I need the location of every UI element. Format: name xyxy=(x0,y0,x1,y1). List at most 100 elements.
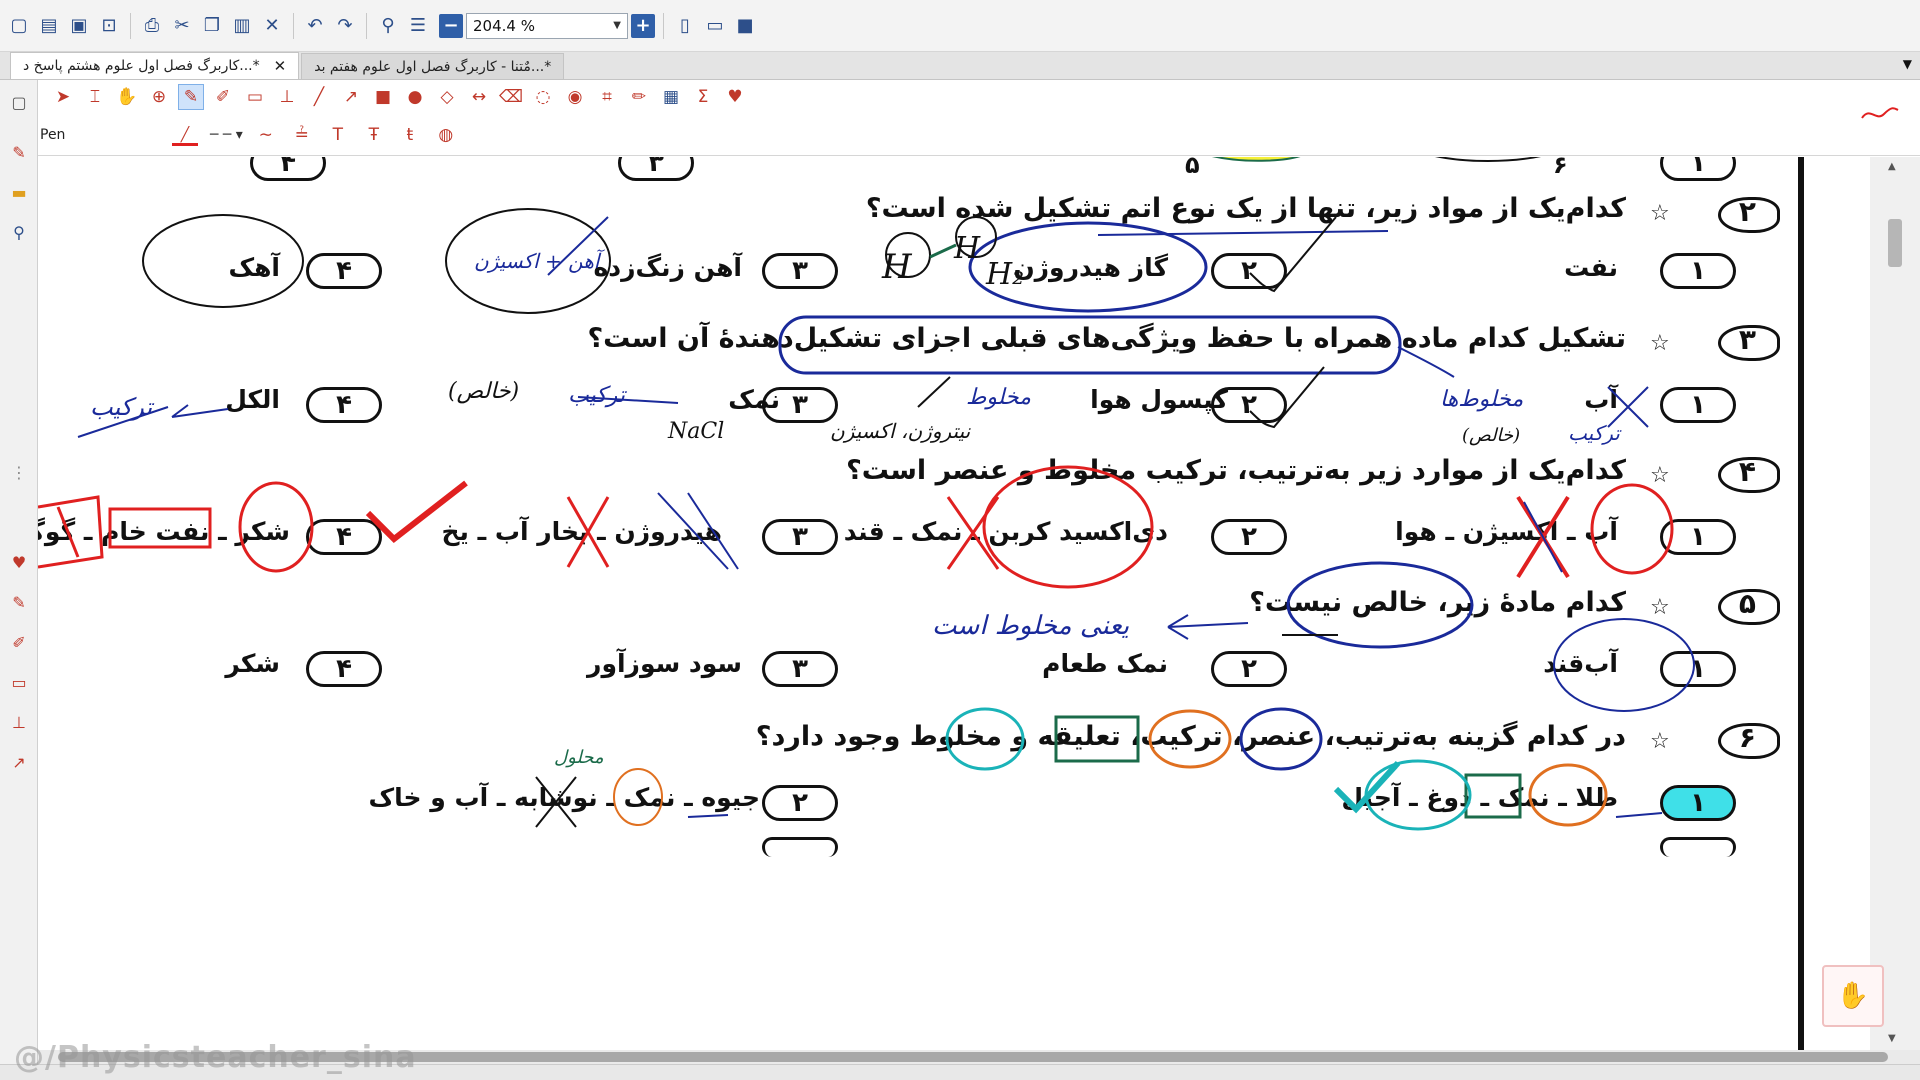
copy-icon[interactable]: ❐ xyxy=(199,13,225,39)
option-text: جیوه ـ نمک ـ نوشابه ـ آب و خاک xyxy=(368,783,760,812)
line-style-picker[interactable]: ─ ─ ▾ xyxy=(210,127,243,143)
fullscreen-icon[interactable]: ■ xyxy=(732,13,758,39)
pen-color-icon: ╱ xyxy=(180,127,190,143)
attachment-icon[interactable]: ⚲ xyxy=(7,220,31,244)
zoom-tool-icon[interactable]: ⊕ xyxy=(146,84,172,110)
question-number: ۲ xyxy=(1714,195,1780,235)
crop-icon[interactable]: ⌗ xyxy=(594,84,620,110)
tab-list-icon[interactable]: ▼ xyxy=(1903,57,1912,71)
line-icon[interactable]: ╱ xyxy=(306,84,332,110)
ink-note: H₂ xyxy=(986,257,1025,292)
vertical-scrollbar[interactable]: ▲ ▼ xyxy=(1870,157,1920,1050)
width-icon[interactable]: ≟ xyxy=(289,122,315,148)
ink-note: مخلوط‌ها xyxy=(1440,387,1524,412)
tab-label: مٌتنا - کاربرگ فصل اول علوم هفتم بد...* xyxy=(314,58,552,75)
page-thumbnail-icon[interactable]: ▢ xyxy=(7,90,31,114)
text-style-icon[interactable]: T xyxy=(325,122,351,148)
cut-icon[interactable]: ✂ xyxy=(169,13,195,39)
hand-icon[interactable]: ✋ xyxy=(114,84,140,110)
find-icon[interactable]: ⚲ xyxy=(375,13,401,39)
text-underline-icon[interactable]: Ŧ xyxy=(361,122,387,148)
eraser-icon[interactable]: ⌫ xyxy=(498,84,524,110)
ellipse-icon[interactable]: ● xyxy=(402,84,428,110)
hand-icon: ✋ xyxy=(1836,981,1870,1011)
delete-icon[interactable]: ✕ xyxy=(259,13,285,39)
tab-document-1[interactable]: کاربرگ فصل اول علوم هشتم پاسخ د...* ✕ xyxy=(10,52,300,79)
highlighter-icon[interactable]: ✐ xyxy=(7,630,31,654)
option-badge: ۲ xyxy=(1211,651,1287,687)
camera-icon[interactable]: ◉ xyxy=(562,84,588,110)
hand-tool-button[interactable]: ✋ xyxy=(1822,965,1884,1027)
eraser-pen-icon[interactable]: ◍ xyxy=(433,122,459,148)
new-icon[interactable]: ▢ xyxy=(6,13,32,39)
sum-icon[interactable]: Σ xyxy=(690,84,716,110)
document-page[interactable]: ۳ ۴ ۴ ۳ ۵ ۶ ۱ ۲ ☆ کدام‌یک از مواد زیر، ت… xyxy=(38,157,1870,1050)
ink-note: ترکیب xyxy=(1568,421,1620,445)
pen-icon[interactable]: ✎ xyxy=(7,140,31,164)
chevron-down-icon[interactable]: ▼ xyxy=(613,20,621,31)
toolbar-divider xyxy=(130,12,131,39)
tab-document-2[interactable]: مٌتنا - کاربرگ فصل اول علوم هفتم بد...* xyxy=(301,53,565,79)
ink-note: ترکیب xyxy=(568,383,625,408)
option-text: آهک xyxy=(228,253,280,282)
smooth-icon[interactable]: ∼ xyxy=(253,122,279,148)
question-text: تشکیل کدام ماده همراه با حفظ ویژگی‌های ق… xyxy=(587,323,1626,354)
zoom-in-button[interactable]: + xyxy=(631,13,655,38)
zoom-out-button[interactable]: − xyxy=(439,13,463,38)
ink-note: (خالص) xyxy=(1462,425,1521,446)
measure-icon[interactable]: ↔ xyxy=(466,84,492,110)
paste-icon[interactable]: ▥ xyxy=(229,13,255,39)
zoom-input[interactable]: 204.4 % ▼ xyxy=(466,12,628,39)
textbox-icon[interactable]: ▭ xyxy=(242,84,268,110)
question-number: ۴ xyxy=(1714,455,1780,495)
polygon-icon[interactable]: ◇ xyxy=(434,84,460,110)
option-badge: ۱ xyxy=(1660,253,1736,289)
zoom-control: − 204.4 % ▼ + xyxy=(439,12,655,39)
pen-icon[interactable]: ✎ xyxy=(7,590,31,614)
select-icon[interactable]: ➤ xyxy=(50,84,76,110)
textbox-icon[interactable]: ▭ xyxy=(7,670,31,694)
option-badge: ۴ xyxy=(306,651,382,687)
option-badge: ۲ xyxy=(1211,253,1287,289)
scroll-down-icon[interactable]: ▼ xyxy=(1888,1033,1896,1044)
undo-icon[interactable]: ↶ xyxy=(302,13,328,39)
image-icon[interactable]: ▦ xyxy=(658,84,684,110)
ink-note: یعنی مخلوط است xyxy=(932,611,1130,641)
stamp-icon[interactable]: ⊥ xyxy=(7,710,31,734)
close-icon[interactable]: ✕ xyxy=(274,57,287,75)
lasso-icon[interactable]: ◌ xyxy=(530,84,556,110)
option-text: آهن زنگ‌زده xyxy=(593,253,742,282)
option-text: نمک xyxy=(728,385,780,414)
highlighter-icon[interactable]: ✐ xyxy=(210,84,236,110)
arrow-icon[interactable]: ↗ xyxy=(7,750,31,774)
option-badge: ۳ xyxy=(618,157,694,181)
select-text-icon[interactable]: ⌶ xyxy=(82,84,108,110)
watermark-text: @/Physicsteacher_sina xyxy=(14,1040,417,1075)
save-as-icon[interactable]: ⊡ xyxy=(96,13,122,39)
zoom-value: 204.4 % xyxy=(473,16,535,35)
splitter-handle-icon[interactable]: ⋮ xyxy=(7,460,31,484)
settings-icon[interactable]: ☰ xyxy=(405,13,431,39)
rectangle-icon[interactable]: ■ xyxy=(370,84,396,110)
open-icon[interactable]: ▤ xyxy=(36,13,62,39)
arrow-icon[interactable]: ↗ xyxy=(338,84,364,110)
scrollbar-thumb[interactable] xyxy=(1888,219,1902,267)
fit-page-icon[interactable]: ▯ xyxy=(672,13,698,39)
pen-color-picker[interactable]: ╱ xyxy=(170,124,200,146)
text-strike-icon[interactable]: ŧ xyxy=(397,122,423,148)
scroll-up-icon[interactable]: ▲ xyxy=(1888,161,1896,172)
annotation-toolbar: ➤ ⌶ ✋ ⊕ ✎ ✐ ▭ ⊥ ╱ ↗ ■ ● ◇ ↔ ⌫ ◌ ◉ ⌗ ✏ ▦ … xyxy=(0,80,1920,156)
heart-icon[interactable]: ♥ xyxy=(7,550,31,574)
folder-icon[interactable]: ▬ xyxy=(7,180,31,204)
stamp-icon[interactable]: ⊥ xyxy=(274,84,300,110)
save-icon[interactable]: ▣ xyxy=(66,13,92,39)
option-text: آب‌قند xyxy=(1543,649,1618,678)
heart-icon[interactable]: ♥ xyxy=(722,84,748,110)
option-badge: ۳ xyxy=(762,519,838,555)
option-text: طلا ـ نمک ـ دوغ ـ آجیل xyxy=(1341,783,1618,812)
print-icon[interactable]: ⎙ xyxy=(139,13,165,39)
pen-icon[interactable]: ✎ xyxy=(178,84,204,110)
fit-width-icon[interactable]: ▭ xyxy=(702,13,728,39)
redo-icon[interactable]: ↷ xyxy=(332,13,358,39)
marker-icon[interactable]: ✏ xyxy=(626,84,652,110)
